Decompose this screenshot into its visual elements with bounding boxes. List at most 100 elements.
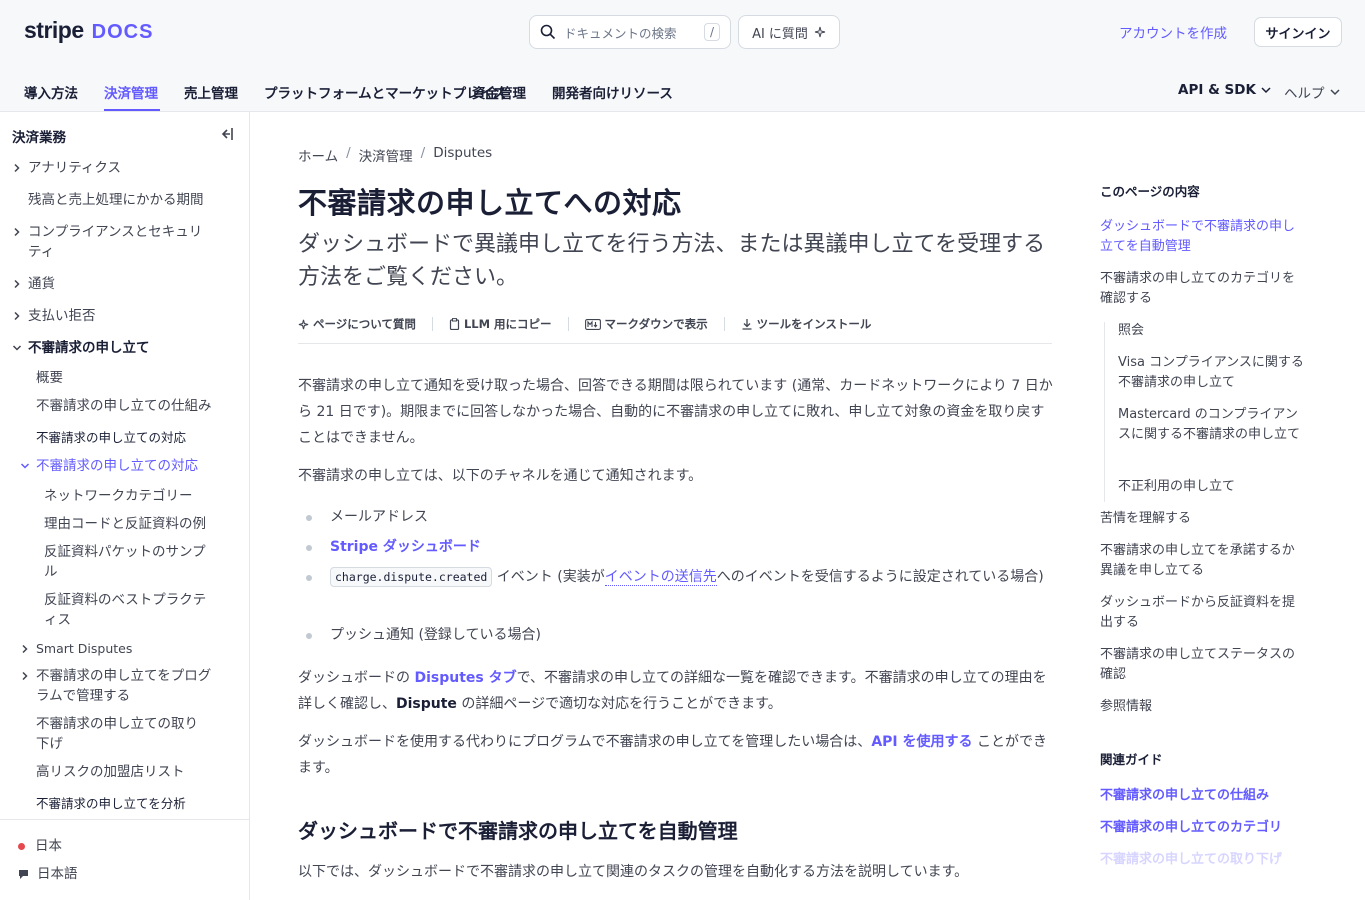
sidebar-item[interactable]: ネットワークカテゴリー bbox=[44, 486, 214, 506]
stripe-docs-logo[interactable]: stripe DOCS bbox=[24, 17, 153, 44]
nav-item-developer-resources[interactable]: 開発者向けリソース bbox=[552, 82, 673, 102]
toc-item-categories[interactable]: 不審請求の申し立てのカテゴリを確認する bbox=[1100, 269, 1305, 309]
event-text-b: へのイベントを受信するように設定されている場合) bbox=[716, 569, 1044, 585]
sidebar-item[interactable]: 反証資料パケットのサンプル bbox=[44, 542, 209, 582]
sidebar-item[interactable]: 高リスクの加盟店リスト bbox=[36, 762, 216, 782]
speech-bubble-icon bbox=[19, 869, 28, 879]
toc-item-visa-compliance[interactable]: Visa コンプライアンスに関する不審請求の申し立て bbox=[1118, 353, 1304, 393]
list-item-push: プッシュ通知 (登録している場合) bbox=[330, 627, 541, 643]
related-guide-link[interactable]: 不審請求の申し立ての取り下げ bbox=[1100, 848, 1282, 867]
event-code: charge.dispute.created bbox=[330, 567, 493, 587]
list-item: メールアドレス bbox=[330, 503, 1054, 531]
nav-item-platforms[interactable]: プラットフォームとマーケットプレイス bbox=[264, 82, 506, 102]
chevron-down-icon[interactable] bbox=[20, 461, 30, 471]
ask-about-page-label: ページについて質問 bbox=[313, 317, 416, 331]
nav-active-underline bbox=[104, 109, 160, 111]
sidebar-item[interactable]: 不審請求の申し立ての対応 bbox=[36, 456, 216, 476]
chevron-right-icon[interactable] bbox=[12, 227, 22, 237]
chevron-down-icon bbox=[1261, 87, 1271, 94]
logo-docs: DOCS bbox=[91, 21, 154, 43]
intro-paragraph: 不審請求の申し立て通知を受け取った場合、回答できる期間は限られています (通常、… bbox=[298, 378, 1053, 446]
sparkle-icon bbox=[814, 26, 826, 38]
chevron-right-icon[interactable] bbox=[12, 311, 22, 321]
install-tools-button[interactable]: ツールをインストール bbox=[741, 316, 888, 332]
copy-for-llm-button[interactable]: LLM 用にコピー bbox=[449, 316, 568, 332]
sidebar-item[interactable]: 不審請求の申し立ての取り下げ bbox=[36, 714, 211, 754]
search-placeholder: ドキュメントの検索 bbox=[564, 25, 677, 41]
breadcrumb-payments[interactable]: 決済管理 bbox=[359, 145, 413, 165]
sparkle-icon bbox=[298, 319, 309, 329]
toc-item-references[interactable]: 参照情報 bbox=[1100, 697, 1305, 717]
event-destinations-link[interactable]: イベントの送信先 bbox=[604, 569, 717, 586]
toc-item-accept-or-challenge[interactable]: 不審請求の申し立てを承諾するか異議を申し立てる bbox=[1100, 541, 1305, 581]
toc-item-inquiry[interactable]: 照会 bbox=[1118, 321, 1304, 341]
create-account-link[interactable]: アカウントを作成 bbox=[1119, 22, 1227, 42]
top-header: stripe DOCS ドキュメントの検索 / AI に質問 アカウントを作成 … bbox=[0, 0, 1365, 112]
sidebar-item[interactable]: アナリティクス bbox=[28, 158, 218, 178]
nav-item-payments[interactable]: 決済管理 bbox=[104, 82, 158, 102]
sidebar-item[interactable]: 支払い拒否 bbox=[28, 306, 218, 326]
breadcrumb-separator: / bbox=[346, 145, 351, 161]
bullet-dot bbox=[306, 545, 312, 551]
collapse-sidebar-icon[interactable] bbox=[218, 126, 234, 142]
related-guide-link[interactable]: 不審請求の申し立ての仕組み bbox=[1100, 784, 1269, 803]
chevron-right-icon[interactable] bbox=[12, 279, 22, 289]
chevron-right-icon[interactable] bbox=[20, 644, 30, 654]
view-markdown-label: マークダウンで表示 bbox=[604, 317, 708, 331]
api-sdk-menu[interactable]: API & SDK bbox=[1178, 82, 1272, 98]
disputes-tab-link[interactable]: Disputes タブ bbox=[414, 670, 516, 686]
search-input[interactable]: ドキュメントの検索 / bbox=[529, 15, 731, 49]
country-label: 日本 bbox=[35, 838, 62, 854]
toc-item-fraud[interactable]: 不正利用の申し立て bbox=[1118, 477, 1304, 497]
sidebar-item[interactable]: 反証資料のベストプラクティス bbox=[44, 590, 216, 630]
copy-for-llm-label: LLM 用にコピー bbox=[463, 317, 552, 331]
toc-item-mastercard-compliance[interactable]: Mastercard のコンプライアンスに関する不審請求の申し立て bbox=[1118, 405, 1304, 445]
markdown-icon bbox=[584, 318, 601, 330]
toc-item-status[interactable]: 不審請求の申し立てステータスの確認 bbox=[1100, 645, 1305, 685]
action-divider bbox=[723, 317, 725, 331]
breadcrumb-home[interactable]: ホーム bbox=[298, 145, 338, 165]
sign-in-button[interactable]: サインイン bbox=[1254, 17, 1342, 47]
chevron-down-icon[interactable] bbox=[12, 343, 22, 353]
help-menu[interactable]: ヘルプ bbox=[1284, 82, 1341, 102]
bullet-dot bbox=[306, 575, 312, 581]
country-selector[interactable]: 日本 bbox=[18, 836, 62, 856]
sidebar-item[interactable]: 通貨 bbox=[28, 274, 218, 294]
search-shortcut: / bbox=[703, 23, 720, 41]
sidebar-item[interactable]: 概要 bbox=[36, 368, 216, 388]
view-markdown-button[interactable]: マークダウンで表示 bbox=[584, 316, 724, 332]
nav-item-revenue[interactable]: 売上管理 bbox=[184, 82, 238, 102]
ask-ai-label: AI に質問 bbox=[752, 26, 808, 42]
sidebar-item[interactable]: 不審請求の申し立て bbox=[28, 338, 218, 358]
use-api-link[interactable]: API を使用する bbox=[871, 734, 972, 750]
api-paragraph: ダッシュボードを使用する代わりにプログラムで不審請求の申し立てを管理したい場合は… bbox=[298, 729, 1054, 781]
toc-item-complaints[interactable]: 苦情を理解する bbox=[1100, 509, 1305, 529]
toc-item-submit-evidence[interactable]: ダッシュボードから反証資料を提出する bbox=[1100, 593, 1305, 633]
copy-icon bbox=[449, 318, 460, 330]
ask-about-page-button[interactable]: ページについて質問 bbox=[298, 316, 432, 332]
stripe-dashboard-link[interactable]: Stripe ダッシュボード bbox=[330, 539, 481, 555]
list-item: Stripe ダッシュボード bbox=[330, 533, 1054, 561]
nav-item-money-management[interactable]: 資金管理 bbox=[472, 82, 526, 102]
ask-ai-button[interactable]: AI に質問 bbox=[738, 15, 840, 49]
sidebar-item[interactable]: 不審請求の申し立てを分析 bbox=[36, 794, 216, 814]
breadcrumb-separator: / bbox=[420, 145, 426, 161]
nav-item-integration[interactable]: 導入方法 bbox=[24, 82, 78, 102]
breadcrumb-disputes[interactable]: Disputes bbox=[433, 145, 492, 165]
sidebar-item[interactable]: 理由コードと反証資料の例 bbox=[44, 514, 214, 534]
p3-text-a: ダッシュボードの bbox=[298, 670, 415, 686]
sidebar-item[interactable]: コンプライアンスとセキュリティ bbox=[28, 222, 213, 262]
chevron-right-icon[interactable] bbox=[12, 163, 22, 173]
sidebar-item[interactable]: 不審請求の申し立ての対応 bbox=[36, 428, 216, 448]
sidebar-item[interactable]: 残高と売上処理にかかる期間 bbox=[28, 190, 218, 210]
sidebar-item[interactable]: 不審請求の申し立てをプログラムで管理する bbox=[36, 666, 221, 706]
related-guide-link[interactable]: 不審請求の申し立てのカテゴリ bbox=[1100, 816, 1282, 835]
language-selector[interactable]: 日本語 bbox=[18, 864, 78, 884]
dispute-bold: Dispute bbox=[396, 696, 457, 712]
toc-item-auto-manage[interactable]: ダッシュボードで不審請求の申し立てを自動管理 bbox=[1100, 217, 1305, 257]
chevron-right-icon[interactable] bbox=[20, 671, 30, 681]
bullet-dot bbox=[306, 515, 312, 521]
sidebar-item[interactable]: 不審請求の申し立ての仕組み bbox=[36, 396, 216, 416]
sidebar-item[interactable]: Smart Disputes bbox=[36, 639, 216, 659]
related-guides-heading: 関連ガイド bbox=[1100, 752, 1163, 767]
